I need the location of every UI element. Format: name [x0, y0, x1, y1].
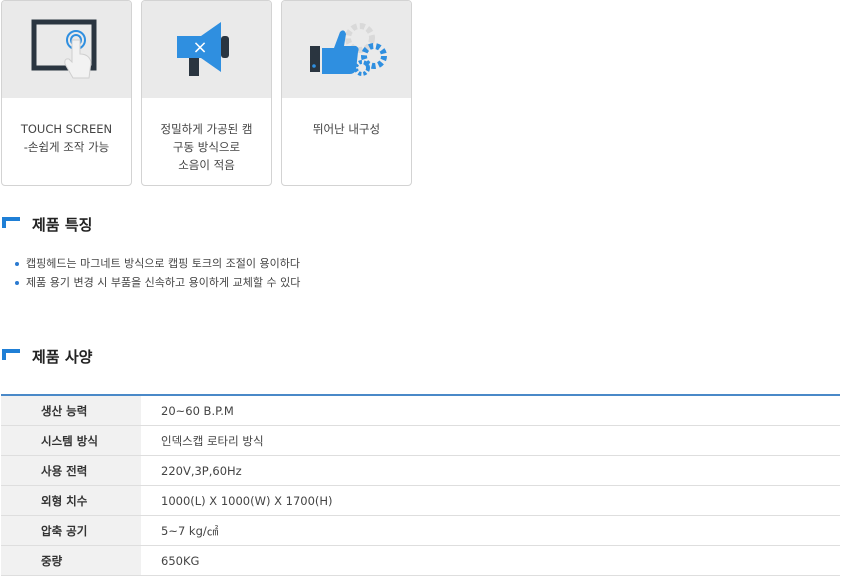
- svg-text:×: ×: [192, 37, 207, 58]
- spec-label: 사용 전력: [1, 455, 141, 486]
- spec-value: 220V,3P,60Hz: [141, 455, 840, 486]
- card-icon-area: ×: [142, 1, 271, 98]
- spec-value: 5~7 kg/㎠: [141, 515, 840, 546]
- card-line: 소음이 적음: [178, 158, 235, 172]
- table-row: 압축 공기 5~7 kg/㎠: [1, 515, 840, 546]
- heading-marker-icon: [2, 216, 20, 233]
- table-row: 중량 650KG: [1, 545, 840, 576]
- megaphone-mute-icon: ×: [176, 21, 229, 76]
- feature-cards: TOUCH SCREEN -손쉽게 조작 가능 × 정밀하게 가공된 캠 구동 …: [1, 0, 412, 186]
- list-item: 제품 용기 변경 시 부품을 신속하고 용이하게 교체할 수 있다: [15, 273, 300, 292]
- list-item-text: 제품 용기 변경 시 부품을 신속하고 용이하게 교체할 수 있다: [26, 276, 301, 289]
- thumbs-up-gears-icon: [309, 22, 387, 76]
- card-line: 정밀하게 가공된 캠: [160, 122, 253, 136]
- table-row: 사용 전력 220V,3P,60Hz: [1, 455, 840, 486]
- spec-value: 1000(L) X 1000(W) X 1700(H): [141, 485, 840, 516]
- card-text: 정밀하게 가공된 캠 구동 방식으로 소음이 적음: [142, 98, 271, 174]
- spec-label: 외형 치수: [1, 485, 141, 516]
- heading-marker-icon: [2, 348, 20, 365]
- spec-label: 압축 공기: [1, 515, 141, 546]
- card-line: -손쉽게 조작 가능: [23, 140, 110, 154]
- table-row: 시스템 방식 인덱스캡 로타리 방식: [1, 425, 840, 456]
- list-item-text: 캡핑헤드는 마그네트 방식으로 캡핑 토크의 조절이 용이하다: [26, 257, 300, 270]
- feature-card-noise: × 정밀하게 가공된 캠 구동 방식으로 소음이 적음: [141, 0, 272, 186]
- spec-value: 20~60 B.P.M: [141, 395, 840, 426]
- spec-label: 생산 능력: [1, 395, 141, 426]
- spec-label: 시스템 방식: [1, 425, 141, 456]
- bullet-icon: [15, 280, 19, 285]
- features-title: 제품 특징: [32, 216, 93, 234]
- specs-heading: 제품 사양: [2, 346, 92, 367]
- touch-screen-icon: [31, 19, 96, 78]
- features-heading: 제품 특징: [2, 214, 92, 235]
- card-icon-area: [282, 1, 411, 98]
- feature-card-durability: 뛰어난 내구성: [281, 0, 412, 186]
- card-text: TOUCH SCREEN -손쉽게 조작 가능: [2, 98, 131, 156]
- card-line: 구동 방식으로: [172, 140, 241, 154]
- spec-value: 인덱스캡 로타리 방식: [141, 425, 840, 456]
- feature-card-touch: TOUCH SCREEN -손쉽게 조작 가능: [1, 0, 132, 186]
- specs-title: 제품 사양: [32, 348, 93, 366]
- card-text: 뛰어난 내구성: [282, 98, 411, 138]
- bullet-icon: [15, 261, 19, 266]
- card-icon-area: [2, 1, 131, 98]
- specs-table: 생산 능력 20~60 B.P.M 시스템 방식 인덱스캡 로타리 방식 사용 …: [1, 394, 840, 576]
- features-list: 캡핑헤드는 마그네트 방식으로 캡핑 토크의 조절이 용이하다 제품 용기 변경…: [15, 254, 300, 292]
- card-line: TOUCH SCREEN: [20, 122, 113, 136]
- spec-value: 650KG: [141, 545, 840, 576]
- card-line: 뛰어난 내구성: [312, 122, 381, 136]
- spec-label: 중량: [1, 545, 141, 576]
- table-row: 외형 치수 1000(L) X 1000(W) X 1700(H): [1, 485, 840, 516]
- table-row: 생산 능력 20~60 B.P.M: [1, 395, 840, 426]
- list-item: 캡핑헤드는 마그네트 방식으로 캡핑 토크의 조절이 용이하다: [15, 254, 300, 273]
